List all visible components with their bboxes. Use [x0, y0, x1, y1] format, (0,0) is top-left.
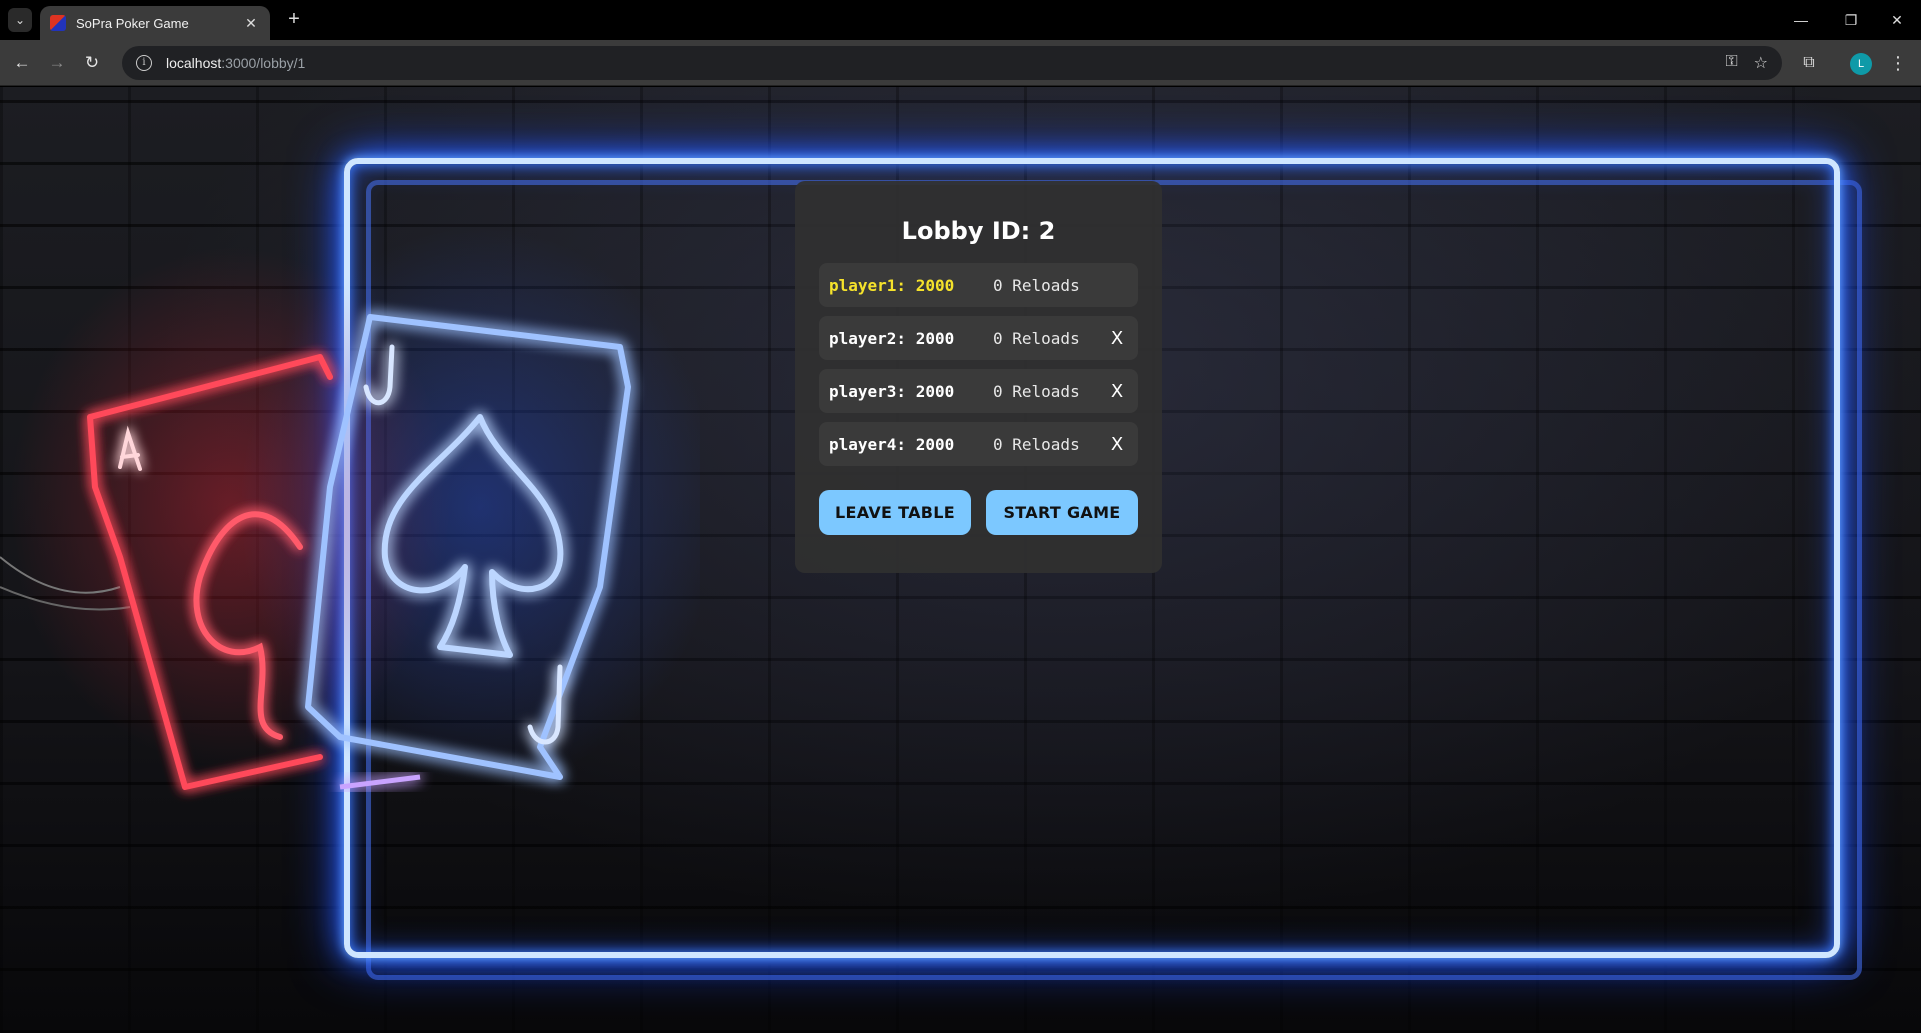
player-row: player3: 2000 0 Reloads X [819, 369, 1138, 413]
player-name: player3: 2000 [829, 381, 955, 401]
start-game-button[interactable]: START GAME [986, 490, 1138, 535]
player-row: player4: 2000 0 Reloads X [819, 422, 1138, 466]
player-name: player4: 2000 [829, 434, 955, 454]
tab-search-chevron-icon[interactable]: ⌄ [8, 8, 32, 32]
kick-player-button[interactable]: X [1106, 434, 1128, 455]
lobby-panel: Lobby ID: 2 player1: 2000 0 Reloads play… [795, 181, 1162, 573]
player-reloads: 0 Reloads [993, 328, 1080, 348]
player-name: player1: 2000 [829, 275, 955, 295]
kebab-menu-icon[interactable]: ⋮ [1886, 51, 1910, 75]
back-arrow-icon[interactable]: ← [10, 51, 34, 75]
minimize-button[interactable]: — [1781, 8, 1821, 32]
neon-cards-illustration [0, 227, 700, 790]
player-reloads: 0 Reloads [993, 275, 1080, 295]
player-row: player2: 2000 0 Reloads X [819, 316, 1138, 360]
star-icon[interactable]: ☆ [1754, 53, 1768, 73]
forward-arrow-icon[interactable]: → [45, 51, 69, 75]
lobby-page: Lobby ID: 2 player1: 2000 0 Reloads play… [0, 87, 1921, 1033]
favicon-icon [50, 15, 66, 31]
profile-avatar[interactable]: L [1850, 53, 1872, 75]
kick-player-button[interactable]: X [1106, 328, 1128, 349]
lobby-title: Lobby ID: 2 [901, 217, 1056, 245]
lobby-actions: LEAVE TABLE START GAME [819, 490, 1138, 535]
player-reloads: 0 Reloads [993, 381, 1080, 401]
player-row: player1: 2000 0 Reloads [819, 263, 1138, 307]
kick-player-button[interactable]: X [1106, 381, 1128, 402]
restore-button[interactable]: ❐ [1831, 8, 1871, 32]
close-window-button[interactable]: ✕ [1877, 8, 1917, 32]
browser-tab-bar: ⌄ SoPra Poker Game ✕ + — ❐ ✕ [0, 0, 1921, 40]
tab-close-icon[interactable]: ✕ [242, 15, 260, 32]
leave-table-button[interactable]: LEAVE TABLE [819, 490, 971, 535]
puzzle-icon[interactable]: ⧉ [1797, 51, 1821, 75]
key-icon[interactable]: ⚿ [1725, 53, 1737, 73]
browser-tab[interactable]: SoPra Poker Game ✕ [40, 6, 270, 40]
new-tab-button[interactable]: + [282, 8, 306, 32]
site-info-icon[interactable]: i [136, 55, 152, 71]
browser-toolbar: ← → ↻ i localhost:3000/lobby/1 ⚿ ☆ ⧉ L ⋮ [0, 40, 1921, 86]
neon-bar [339, 774, 421, 790]
url-path: :3000/lobby/1 [221, 55, 306, 71]
url-host: localhost [166, 55, 222, 71]
tab-title: SoPra Poker Game [76, 15, 189, 31]
player-name: player2: 2000 [829, 328, 955, 348]
reload-icon[interactable]: ↻ [80, 51, 104, 75]
player-reloads: 0 Reloads [993, 434, 1080, 454]
address-bar[interactable]: i localhost:3000/lobby/1 ⚿ ☆ [122, 46, 1782, 80]
